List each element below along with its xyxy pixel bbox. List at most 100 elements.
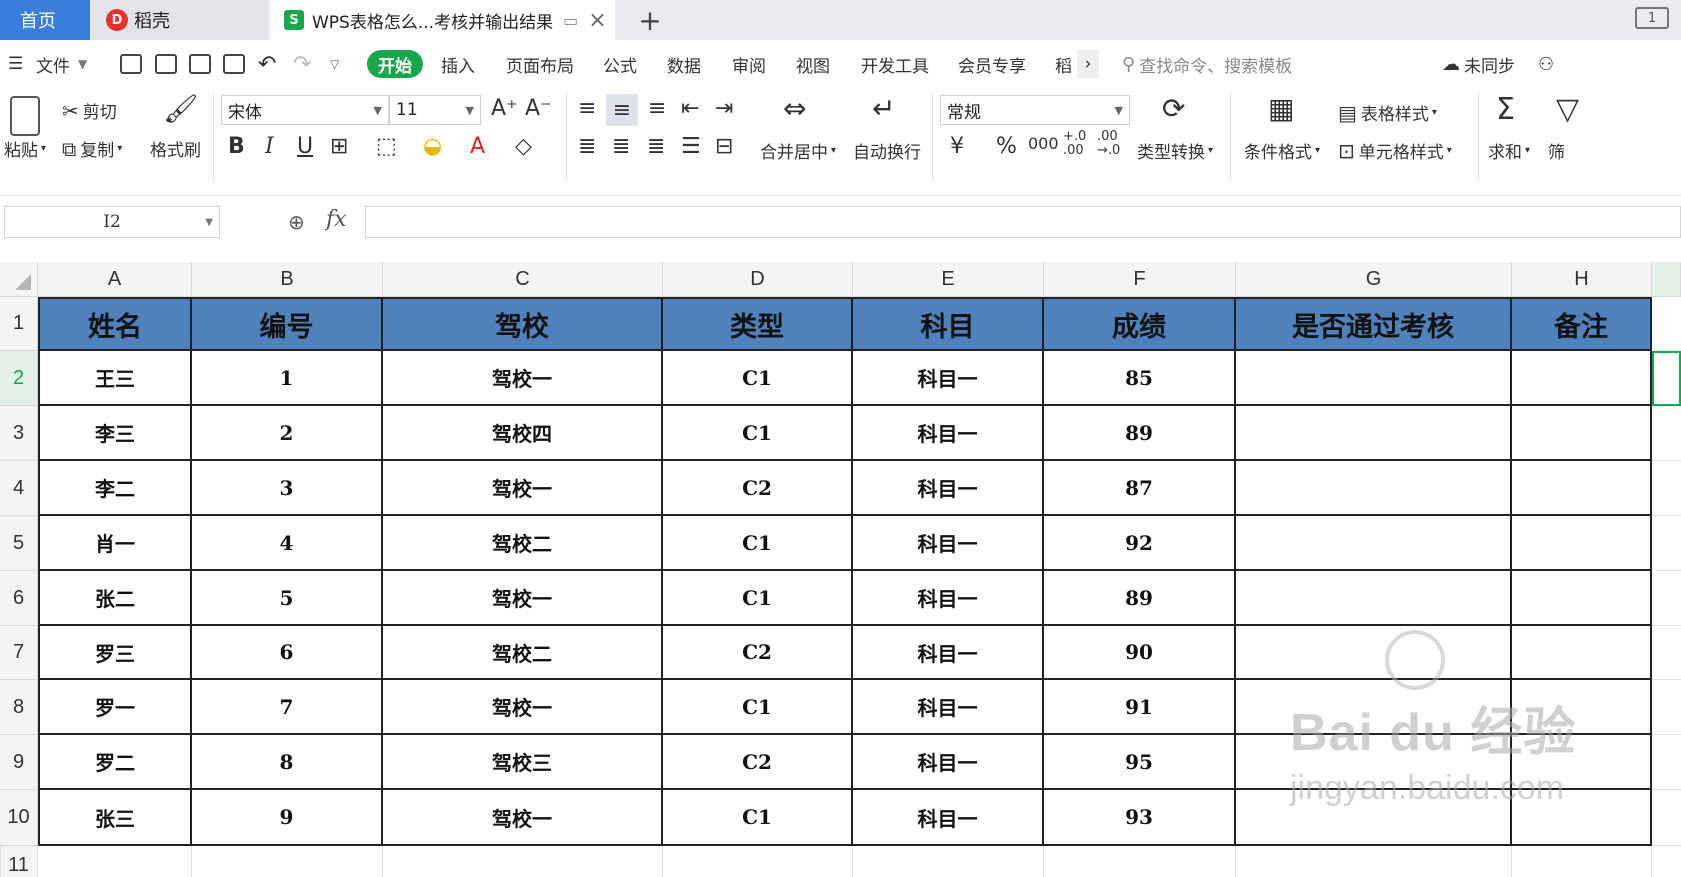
table-cell-a9[interactable]: 罗二 (38, 735, 192, 790)
table-cell-a7[interactable]: 罗三 (38, 626, 192, 680)
share-user-icon[interactable]: ⚇ (1538, 40, 1554, 88)
align-center-icon[interactable]: ≣ (612, 134, 630, 159)
row-header-10[interactable]: 10 (0, 790, 38, 846)
table-cell-d3[interactable]: C1 (663, 406, 853, 461)
table-cell-d7[interactable]: C2 (663, 626, 853, 680)
decrease-indent-icon[interactable]: ⇤ (681, 96, 699, 121)
align-right-icon[interactable]: ≣ (647, 134, 665, 159)
table-cell-h2[interactable] (1512, 351, 1652, 406)
save-icon[interactable] (120, 54, 142, 74)
column-header-a[interactable]: A (38, 262, 192, 297)
currency-button[interactable]: ¥ (950, 134, 964, 159)
thousands-button[interactable]: 000 (1028, 134, 1059, 153)
table-cell-d2[interactable]: C1 (663, 351, 853, 406)
header-cell-g[interactable]: 是否通过考核 (1236, 297, 1512, 351)
table-cell-a5[interactable]: 肖一 (38, 516, 192, 571)
font-size-select[interactable]: 11 ▼ (389, 95, 481, 125)
hamburger-icon[interactable]: ☰ (8, 40, 23, 88)
table-cell-d8[interactable]: C1 (663, 680, 853, 735)
filter-button[interactable]: 筛 (1548, 138, 1565, 163)
sync-status[interactable]: ☁ 未同步 (1442, 40, 1515, 88)
table-cell-b7[interactable]: 6 (192, 626, 383, 680)
table-cell-g7[interactable] (1236, 626, 1512, 680)
wrap-text-button[interactable]: 自动换行 (853, 138, 921, 163)
decrease-decimal-button[interactable]: .00 →.0 (1097, 130, 1120, 158)
copy-button[interactable]: ⧉ 复制 ▾ (62, 136, 122, 162)
increase-indent-icon[interactable]: ⇥ (715, 96, 733, 121)
column-header-b[interactable]: B (192, 262, 383, 297)
table-cell-f6[interactable]: 89 (1044, 571, 1236, 626)
tab-home[interactable]: 首页 (0, 0, 90, 40)
header-cell-e[interactable]: 科目 (853, 297, 1044, 351)
insert-function-button[interactable]: fx (326, 207, 347, 232)
clear-format-icon[interactable]: ◇ (515, 134, 532, 159)
table-cell-d10[interactable]: C1 (663, 790, 853, 846)
table-cell-g6[interactable] (1236, 571, 1512, 626)
table-cell-e2[interactable]: 科目一 (853, 351, 1044, 406)
row-header-9[interactable]: 9 (0, 735, 38, 790)
align-left-icon[interactable]: ≣ (578, 134, 596, 159)
format-painter-button[interactable]: 格式刷 (150, 136, 201, 161)
table-cell-c3[interactable]: 驾校四 (383, 406, 663, 461)
percent-button[interactable]: % (996, 134, 1017, 159)
table-cell-c5[interactable]: 驾校二 (383, 516, 663, 571)
table-cell-c7[interactable]: 驾校二 (383, 626, 663, 680)
table-cell-e7[interactable]: 科目一 (853, 626, 1044, 680)
table-cell-f4[interactable]: 87 (1044, 461, 1236, 516)
row-header-4[interactable]: 4 (0, 461, 38, 516)
new-tab-button[interactable]: + (630, 0, 670, 40)
table-cell-g3[interactable] (1236, 406, 1512, 461)
table-cell-b8[interactable]: 7 (192, 680, 383, 735)
paste-icon[interactable] (10, 96, 40, 136)
table-cell-h7[interactable] (1512, 626, 1652, 680)
table-cell-b3[interactable]: 2 (192, 406, 383, 461)
header-cell-a[interactable]: 姓名 (38, 297, 192, 351)
row-header-6[interactable]: 6 (0, 571, 38, 626)
close-tab-icon[interactable]: × (588, 8, 606, 33)
table-cell-h3[interactable] (1512, 406, 1652, 461)
monitor-icon[interactable]: ▭ (563, 11, 578, 30)
increase-font-icon[interactable]: A⁺ (491, 96, 518, 121)
table-cell-g4[interactable] (1236, 461, 1512, 516)
column-header-h[interactable]: H (1512, 262, 1652, 297)
header-cell-f[interactable]: 成绩 (1044, 297, 1236, 351)
table-cell-e8[interactable]: 科目一 (853, 680, 1044, 735)
row-header-11[interactable]: 11 (0, 846, 38, 877)
table-cell-b2[interactable]: 1 (192, 351, 383, 406)
table-cell-e3[interactable]: 科目一 (853, 406, 1044, 461)
menu-developer[interactable]: 开发工具 (861, 40, 929, 88)
increase-decimal-button[interactable]: +.0 .00 (1063, 130, 1086, 158)
table-cell-a3[interactable]: 李三 (38, 406, 192, 461)
table-cell-b5[interactable]: 4 (192, 516, 383, 571)
table-cell-h4[interactable] (1512, 461, 1652, 516)
menu-formula[interactable]: 公式 (603, 40, 637, 88)
table-cell-e9[interactable]: 科目一 (853, 735, 1044, 790)
justify-icon[interactable]: ☰ (681, 134, 701, 159)
table-cell-f2[interactable]: 85 (1044, 351, 1236, 406)
table-cell-e6[interactable]: 科目一 (853, 571, 1044, 626)
header-cell-h[interactable]: 备注 (1512, 297, 1652, 351)
fill-pattern-icon[interactable]: ⬚ (376, 134, 397, 159)
select-all-corner[interactable] (0, 262, 38, 297)
table-cell-a2[interactable]: 王三 (38, 351, 192, 406)
menu-page-layout[interactable]: 页面布局 (506, 40, 574, 88)
menu-insert[interactable]: 插入 (441, 40, 475, 88)
undo-icon[interactable]: ↶ (258, 40, 276, 88)
font-name-select[interactable]: 宋体 ▼ (221, 95, 389, 125)
table-cell-c9[interactable]: 驾校三 (383, 735, 663, 790)
row-header-2[interactable]: 2 (0, 351, 38, 406)
table-style-button[interactable]: ▤ 表格样式 ▾ (1338, 100, 1437, 126)
table-cell-h6[interactable] (1512, 571, 1652, 626)
table-cell-b9[interactable]: 8 (192, 735, 383, 790)
quick-access-more-icon[interactable]: ▽ (330, 40, 339, 88)
menu-member[interactable]: 会员专享 (958, 40, 1026, 88)
table-cell-e10[interactable]: 科目一 (853, 790, 1044, 846)
cut-button[interactable]: ✂ 剪切 (62, 98, 117, 124)
header-cell-d[interactable]: 类型 (663, 297, 853, 351)
table-cell-d4[interactable]: C2 (663, 461, 853, 516)
row-header-5[interactable]: 5 (0, 516, 38, 571)
table-cell-g5[interactable] (1236, 516, 1512, 571)
table-cell-c2[interactable]: 驾校一 (383, 351, 663, 406)
table-cell-c6[interactable]: 驾校一 (383, 571, 663, 626)
sum-button[interactable]: 求和 ▾ (1488, 138, 1530, 163)
